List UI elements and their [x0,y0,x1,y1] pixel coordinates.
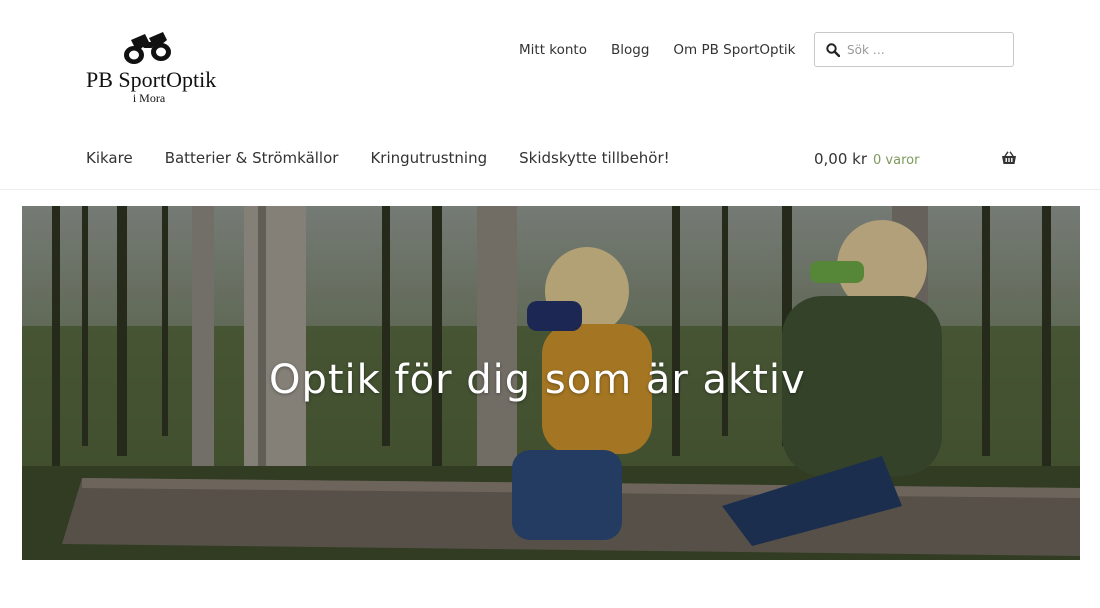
search-box [814,32,1014,67]
search-icon[interactable] [826,43,840,57]
search-input[interactable] [847,40,1005,60]
brand-name: PB SportOptik [86,67,217,92]
nav-item-batterier[interactable]: Batterier & Strömkällor [165,149,339,167]
cart-amount: 0,00 kr [814,150,868,168]
primary-navigation: Kikare Batterier & Strömkällor Kringutru… [86,149,702,167]
hero-banner: Optik för dig som är aktiv [22,206,1080,560]
nav-item-kringutrustning[interactable]: Kringutrustning [370,149,487,167]
cart-link[interactable]: 0,00 kr 0 varor [814,149,1017,169]
nav-item-skidskytte[interactable]: Skidskytte tillbehör! [519,149,670,167]
nav-link-about[interactable]: Om PB SportOptik [673,42,795,58]
site-logo[interactable]: PB SportOptik i Mora [86,30,217,106]
secondary-navigation: Mitt konto Blogg Om PB SportOptik [519,42,819,58]
header-divider [0,189,1100,190]
binoculars-icon [124,32,171,64]
basket-icon[interactable] [1001,151,1017,165]
cart-count: 0 varor [873,153,920,168]
nav-item-kikare[interactable]: Kikare [86,149,133,167]
brand-subtitle: i Mora [132,91,166,105]
nav-link-blog[interactable]: Blogg [611,42,649,58]
nav-link-account[interactable]: Mitt konto [519,42,587,58]
hero-title: Optik för dig som är aktiv [269,357,806,403]
